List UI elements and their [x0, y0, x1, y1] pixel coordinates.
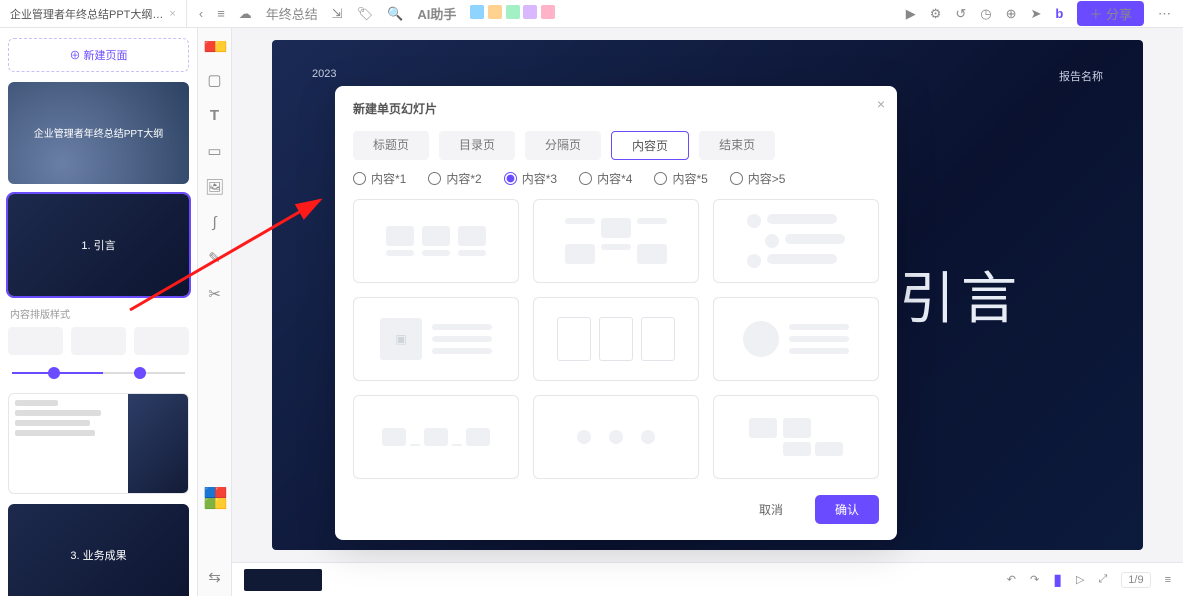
list-icon[interactable]: ≡ — [1165, 574, 1171, 586]
cursor-icon[interactable]: ▮ — [1053, 570, 1062, 590]
dialog-title: 新建单页幻灯片 — [353, 100, 879, 117]
layout-slider[interactable] — [8, 363, 189, 383]
mini-preview[interactable] — [244, 569, 322, 591]
image-icon[interactable]: 🖼 — [205, 178, 224, 196]
brand-b-icon[interactable]: b — [1055, 6, 1063, 21]
layout-option-7[interactable] — [353, 395, 519, 479]
slide-headline: 引言 — [899, 254, 1023, 335]
close-tab-icon[interactable]: × — [169, 8, 175, 20]
new-slide-dialog: 新建单页幻灯片 × 标题页 目录页 分隔页 内容页 结束页 内容*1 内容*2 … — [335, 86, 897, 540]
clock-icon[interactable]: ◷ — [980, 6, 991, 22]
more-icon[interactable]: ⋯ — [1158, 6, 1171, 22]
tool-strip: 🟥🟨 ▢ T ▭ 🖼 ∫ ✎ ✂ 🟦🟥🟩🟨 ⇆ — [198, 28, 232, 596]
radio-content-1[interactable]: 内容*1 — [353, 170, 406, 187]
send-icon[interactable]: ➤ — [1031, 6, 1042, 22]
export-icon[interactable]: ⇲ — [332, 6, 343, 22]
add-icon[interactable]: ⊕ — [1006, 6, 1017, 22]
slide-thumb-1-title: 企业管理者年终总结PPT大纲 — [28, 125, 169, 140]
slide-panel: ⊕ 新建页面 企业管理者年终总结PPT大纲 1. 引言 内容排版样式 3. 业务… — [0, 28, 198, 596]
history-icon[interactable]: ↺ — [955, 6, 966, 22]
new-slide-button[interactable]: ⊕ 新建页面 — [8, 38, 189, 72]
text-icon[interactable]: T — [210, 107, 219, 124]
page-indicator[interactable]: 1/9 — [1121, 572, 1150, 588]
tab-end-page[interactable]: 结束页 — [699, 131, 775, 160]
document-tab[interactable]: 企业管理者年终总结PPT大纲… × — [0, 0, 187, 27]
tag-icon[interactable]: 🏷 — [357, 6, 374, 22]
grid-icon[interactable]: 🟦🟥🟩🟨 — [204, 488, 225, 510]
tab-divider-page[interactable]: 分隔页 — [525, 131, 601, 160]
layout-grid: ▣ — [353, 199, 879, 479]
layout-option-9[interactable] — [713, 395, 879, 479]
search-icon[interactable]: 🔍 — [387, 6, 403, 22]
cut-icon[interactable]: ✂ — [208, 285, 221, 303]
cloud-sync-icon[interactable]: ☁ — [239, 6, 252, 22]
radio-content-2[interactable]: 内容*2 — [428, 170, 481, 187]
slide-year: 2023 — [312, 68, 336, 80]
slide-thumb-3-title: 3. 业务成果 — [70, 547, 126, 563]
crop-icon[interactable]: ▢ — [207, 71, 221, 89]
tab-toc-page[interactable]: 目录页 — [439, 131, 515, 160]
layout-section-label: 内容排版样式 — [10, 306, 189, 321]
gear-icon[interactable]: ⚙ — [930, 6, 942, 22]
document-tab-title: 企业管理者年终总结PPT大纲… — [10, 6, 163, 22]
layout-option-8[interactable] — [533, 395, 699, 479]
slide-thumb-2-title: 1. 引言 — [81, 237, 115, 253]
layout-style-row[interactable] — [8, 327, 189, 355]
fit-icon[interactable]: ⤢ — [1098, 573, 1107, 586]
dialog-close-icon[interactable]: × — [877, 96, 885, 112]
top-bar: 企业管理者年终总结PPT大纲… × ‹ ≡ ☁ 年终总结 ⇲ 🏷 🔍 AI助手 … — [0, 0, 1183, 28]
slide-brand: 报告名称 — [1059, 68, 1103, 84]
layout-option-6[interactable] — [713, 297, 879, 381]
play-icon[interactable]: ▶ — [906, 6, 916, 22]
redo-icon[interactable]: ↷ — [1030, 573, 1039, 586]
pen-icon[interactable]: ✎ — [208, 249, 221, 267]
slide-thumb-2[interactable]: 1. 引言 — [8, 194, 189, 296]
undo-icon[interactable]: ↶ — [1007, 573, 1016, 586]
tab-content-page[interactable]: 内容页 — [611, 131, 689, 160]
theme-color-swatches[interactable] — [470, 5, 555, 22]
menu-icon[interactable]: ≡ — [217, 6, 225, 21]
layout-variant-card[interactable] — [8, 393, 189, 495]
layout-option-4[interactable]: ▣ — [353, 297, 519, 381]
layout-option-3[interactable] — [713, 199, 879, 283]
back-icon[interactable]: ‹ — [199, 6, 203, 21]
status-bar: ↶ ↷ ▮ ▷ ⤢ 1/9 ≡ — [232, 562, 1183, 596]
dialog-tabs: 标题页 目录页 分隔页 内容页 结束页 — [353, 131, 879, 160]
share-button[interactable]: ＋ 分享 — [1077, 1, 1144, 26]
content-count-radios: 内容*1 内容*2 内容*3 内容*4 内容*5 内容>5 — [353, 170, 879, 187]
radio-content-5[interactable]: 内容*5 — [654, 170, 707, 187]
radio-content-4[interactable]: 内容*4 — [579, 170, 632, 187]
note-icon[interactable]: ▭ — [207, 142, 221, 160]
dialog-ok-button[interactable]: 确认 — [815, 495, 879, 524]
slide-thumb-1[interactable]: 企业管理者年终总结PPT大纲 — [8, 82, 189, 184]
slide-thumb-3[interactable]: 3. 业务成果 — [8, 504, 189, 596]
tab-title-page[interactable]: 标题页 — [353, 131, 429, 160]
radio-content-3[interactable]: 内容*3 — [504, 170, 557, 187]
dialog-cancel-button[interactable]: 取消 — [739, 495, 803, 524]
layout-option-2[interactable] — [533, 199, 699, 283]
document-title: 年终总结 — [266, 4, 318, 23]
layout-option-5[interactable] — [533, 297, 699, 381]
radio-content-gt5[interactable]: 内容>5 — [730, 170, 786, 187]
layout-option-1[interactable] — [353, 199, 519, 283]
palette-icon[interactable]: 🟥🟨 — [204, 42, 225, 53]
curve-icon[interactable]: ∫ — [212, 214, 216, 231]
ai-assistant-button[interactable]: AI助手 — [417, 4, 456, 23]
collapse-icon[interactable]: ⇆ — [208, 568, 221, 586]
play-icon[interactable]: ▷ — [1076, 573, 1084, 586]
